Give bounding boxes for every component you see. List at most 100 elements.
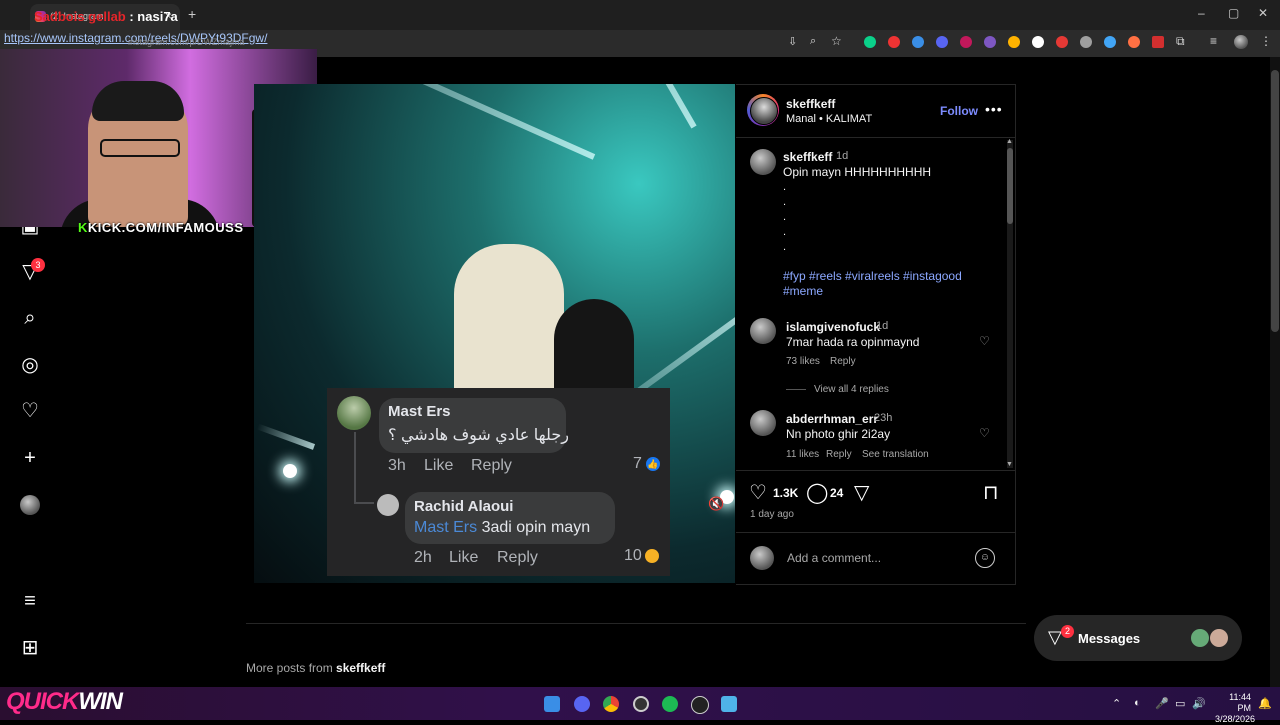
- bookmark-star-icon[interactable]: ☆: [831, 34, 842, 48]
- caption-avatar[interactable]: [750, 149, 776, 175]
- like-comment-heart-icon[interactable]: ♡: [979, 426, 990, 440]
- comments-scrollbar-thumb[interactable]: [1007, 148, 1013, 224]
- extension-icon[interactable]: [912, 36, 924, 48]
- hashtags[interactable]: #meme: [783, 284, 823, 298]
- comment-text: 7mar hada ra opinmaynd: [786, 335, 920, 349]
- caption-time: 1d: [836, 150, 849, 162]
- comment-time: 3h: [388, 457, 406, 474]
- view-replies-button[interactable]: View all 4 replies: [814, 384, 889, 395]
- chrome-icon[interactable]: [603, 696, 619, 712]
- divider: [736, 532, 1015, 533]
- haha-reaction-icon: [645, 549, 659, 563]
- caption-author[interactable]: skeffkeff: [783, 150, 832, 164]
- see-translation-button[interactable]: See translation: [862, 449, 929, 460]
- add-comment-input[interactable]: Add a comment...: [787, 551, 881, 565]
- close-window-icon[interactable]: ✕: [1258, 6, 1268, 20]
- clock[interactable]: 11:44 PM 3/28/2026: [1215, 692, 1255, 725]
- profile-avatar[interactable]: [20, 495, 40, 515]
- extension-icon[interactable]: [1008, 36, 1020, 48]
- extensions-puzzle-icon[interactable]: ⧉: [1176, 34, 1185, 49]
- start-windows-icon[interactable]: [544, 696, 560, 712]
- comment-likes[interactable]: 11 likes: [786, 449, 819, 460]
- volume-icon[interactable]: 🔊: [1192, 697, 1206, 710]
- hashtags[interactable]: #fyp #reels #viralreels #instagood: [783, 269, 962, 283]
- avatar: [1210, 629, 1228, 647]
- comment-author[interactable]: islamgivenofuck: [786, 320, 880, 334]
- comment-reply-button[interactable]: Reply: [830, 356, 856, 367]
- more-options-icon[interactable]: •••: [985, 101, 1003, 117]
- extension-icon[interactable]: [888, 36, 900, 48]
- create-plus-icon[interactable]: +: [18, 446, 42, 470]
- extension-icon[interactable]: [960, 36, 972, 48]
- more-posts-user-link[interactable]: skeffkeff: [336, 661, 385, 675]
- notifications-heart-icon[interactable]: ♡: [18, 399, 42, 423]
- comment-likes[interactable]: 73 likes: [786, 356, 820, 367]
- reply-text: Mast Ers 3adi opin mayn: [414, 519, 591, 536]
- messages-send-icon: ▽: [1048, 627, 1062, 647]
- reading-list-icon[interactable]: ≡: [1210, 34, 1217, 48]
- more-posts-heading: More posts from skeffkeff: [246, 661, 386, 675]
- notifications-bell-icon[interactable]: 🔔: [1258, 697, 1272, 710]
- new-tab-icon[interactable]: +: [188, 6, 196, 22]
- post-date: 1 day ago: [750, 509, 794, 520]
- obs-icon[interactable]: [633, 696, 649, 712]
- notification-badge: 3: [31, 258, 45, 272]
- like-heart-icon[interactable]: ♡: [749, 480, 767, 505]
- share-send-icon[interactable]: ▽: [854, 480, 869, 505]
- likes-count[interactable]: 1.3K: [773, 486, 798, 500]
- avatar: [337, 396, 371, 430]
- reply-author: Rachid Alaoui: [414, 498, 514, 515]
- spotify-icon[interactable]: [662, 696, 678, 712]
- comment-like: Like: [424, 457, 454, 474]
- extension-icon[interactable]: [1032, 36, 1044, 48]
- tray-app-icon[interactable]: ◐: [1134, 697, 1141, 709]
- apps-grid-icon[interactable]: ⊞: [18, 636, 42, 660]
- emoji-picker-icon[interactable]: ☺: [975, 548, 995, 568]
- comment-author[interactable]: abderrhman_err: [786, 412, 878, 426]
- mute-audio-icon[interactable]: 🔇: [708, 496, 724, 512]
- menu-hamburger-icon[interactable]: ≡: [18, 589, 42, 613]
- zoom-icon[interactable]: ⌕: [810, 35, 816, 48]
- scroll-up-arrow-icon[interactable]: ▲: [1006, 138, 1013, 145]
- like-comment-heart-icon[interactable]: ♡: [979, 334, 990, 348]
- reaction-count: 7: [633, 455, 642, 472]
- microphone-icon[interactable]: 🎤: [1155, 697, 1169, 710]
- discord-icon[interactable]: [574, 696, 590, 712]
- follow-button[interactable]: Follow: [940, 104, 978, 118]
- network-icon[interactable]: ▭: [1175, 697, 1185, 710]
- messages-button[interactable]: ▽ 2 Messages: [1034, 615, 1242, 661]
- app-icon[interactable]: [721, 696, 737, 712]
- tray-expand-icon[interactable]: ⌃: [1112, 697, 1121, 710]
- extension-icon[interactable]: [1104, 36, 1116, 48]
- extension-icon[interactable]: [864, 36, 876, 48]
- install-app-icon[interactable]: ⇩: [788, 35, 797, 48]
- scroll-down-arrow-icon[interactable]: ▼: [1006, 461, 1013, 468]
- extension-icon[interactable]: [1080, 36, 1092, 48]
- extension-icon[interactable]: [1152, 36, 1164, 48]
- explore-icon[interactable]: ◎: [18, 353, 42, 377]
- comment-reply: Reply: [471, 457, 512, 474]
- post-author[interactable]: skeffkeff: [786, 97, 835, 111]
- comment-avatar[interactable]: [750, 410, 776, 436]
- audio-track[interactable]: Manal • KALIMAT: [786, 113, 872, 125]
- maximize-icon[interactable]: ▢: [1228, 6, 1239, 20]
- minimize-icon[interactable]: –: [1198, 6, 1205, 20]
- search-icon[interactable]: ⌕: [18, 306, 42, 330]
- profile-avatar[interactable]: [1234, 35, 1248, 49]
- extension-icon[interactable]: [936, 36, 948, 48]
- extension-icon[interactable]: [1128, 36, 1140, 48]
- page-scrollbar-thumb[interactable]: [1271, 70, 1279, 332]
- extension-icon[interactable]: [1056, 36, 1068, 48]
- kick-channel-overlay: KKICK.COM/INFAMOUSS: [78, 220, 244, 235]
- comment-bubble-icon[interactable]: ◯: [806, 480, 828, 505]
- save-bookmark-icon[interactable]: ⊓: [983, 480, 999, 505]
- app-icon[interactable]: [691, 696, 709, 714]
- browser-menu-icon[interactable]: ⋮: [1260, 34, 1272, 48]
- replies-line: [786, 389, 806, 390]
- extension-icon[interactable]: [984, 36, 996, 48]
- comments-count[interactable]: 24: [830, 486, 843, 500]
- comment-reply-button[interactable]: Reply: [826, 449, 852, 460]
- author-avatar[interactable]: [750, 97, 778, 125]
- comment-avatar[interactable]: [750, 318, 776, 344]
- avatar: [1191, 629, 1209, 647]
